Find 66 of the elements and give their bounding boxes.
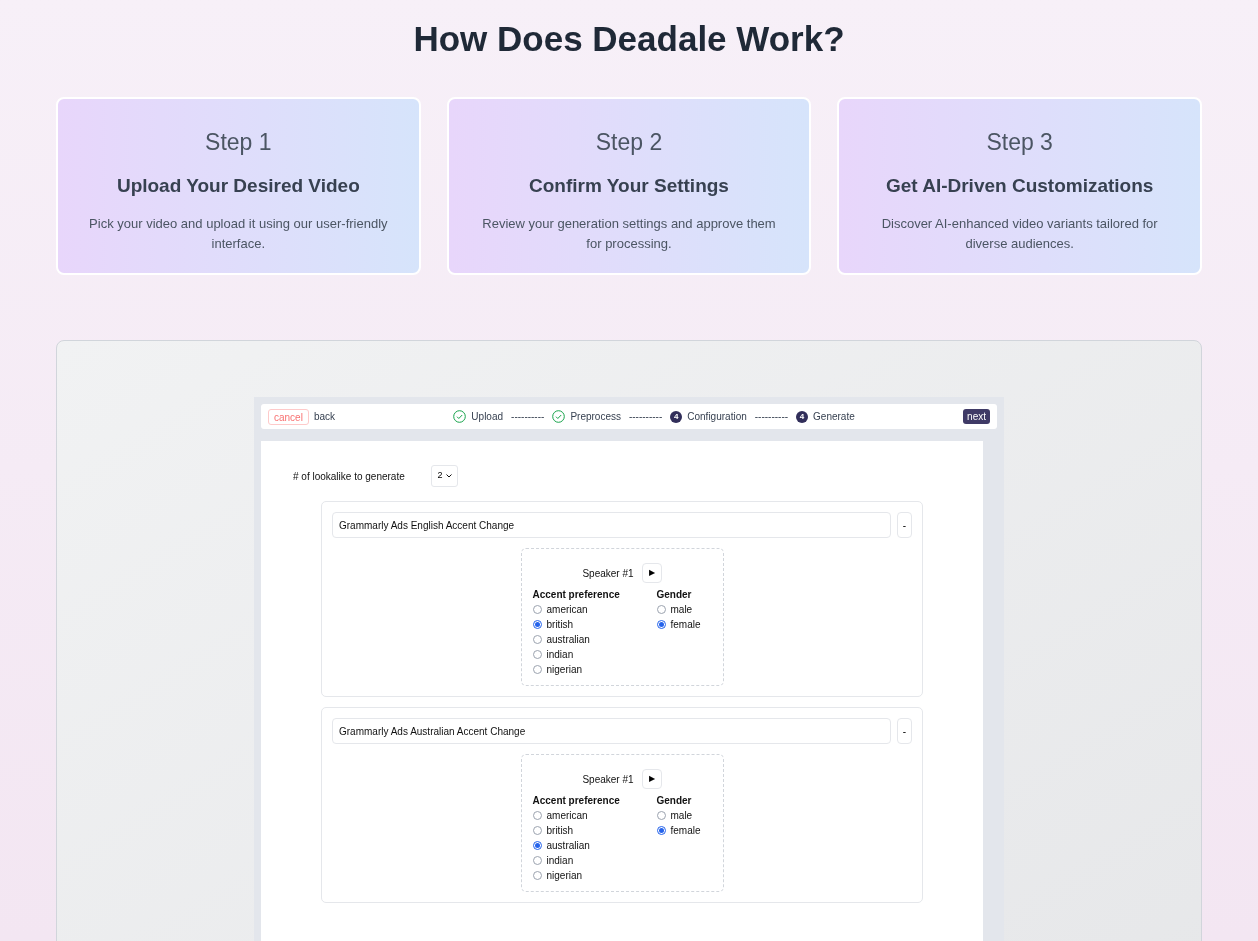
radio-button[interactable] [656,826,666,835]
step-description: Review your generation settings and approve them for processing. [481,215,777,253]
play-button[interactable]: ▶ [641,769,662,789]
radio-button[interactable] [532,856,542,865]
radio-label: british [546,618,574,632]
remove-button[interactable]: - [897,718,912,744]
step-number-badge: 4 [670,410,683,423]
radio-button[interactable] [532,811,542,820]
radio-label: indian [546,854,574,868]
remove-button[interactable]: - [897,512,912,538]
back-button[interactable]: back [313,409,336,424]
radio-label: american [546,809,588,823]
radio-label: nigerian [546,663,583,677]
radio-button[interactable] [532,841,542,850]
step-heading: Upload Your Desired Video [116,173,360,198]
variant-name-field[interactable]: Grammarly Ads Australian Accent Change [332,718,891,744]
radio-label: male [670,603,693,617]
variant-name-field[interactable]: Grammarly Ads English Accent Change [332,512,891,538]
radio-label: american [546,603,588,617]
step-heading: Get AI-Driven Customizations [885,173,1154,198]
gender-heading: Gender [656,588,693,602]
radio-label: australian [546,633,590,647]
radio-label: british [546,824,574,838]
progress-step: Preprocess [570,409,621,424]
radio-button[interactable] [532,871,542,880]
accent-heading: Accent preference [532,794,620,808]
radio-button[interactable] [532,635,542,644]
count-label: # of lookalike to generate [293,469,406,484]
step-number: Step 2 [595,128,663,157]
next-button[interactable]: next [963,409,990,424]
radio-label: female [670,824,701,838]
step-separator: ---------- [754,410,789,424]
accent-heading: Accent preference [532,588,620,602]
radio-button[interactable] [532,650,542,659]
radio-label: male [670,809,693,823]
step-separator: ---------- [511,410,545,424]
speaker-label: Speaker #1 [582,566,634,581]
radio-label: australian [546,839,590,853]
count-dropdown[interactable]: 2 [431,465,458,487]
step-description: Pick your video and upload it using our user-friendly interface. [88,215,389,253]
chevron-down-icon [445,474,452,478]
step-number: Step 3 [986,128,1053,157]
radio-label: female [670,618,701,632]
gender-heading: Gender [656,794,693,808]
step-number: Step 1 [205,128,272,157]
step-description: Discover AI-enhanced video variants tailored for diverse audiences. [880,215,1159,253]
radio-button[interactable] [532,665,542,674]
check-circle-icon [552,410,566,423]
speaker-label: Speaker #1 [582,772,634,787]
play-button[interactable]: ▶ [641,563,662,583]
radio-button[interactable] [656,620,666,629]
progress-step: Generate [813,409,855,424]
check-circle-icon [453,410,467,423]
radio-button[interactable] [532,605,542,614]
radio-button[interactable] [532,620,542,629]
progress-step: Configuration [687,409,747,424]
radio-label: nigerian [546,869,583,883]
radio-label: indian [546,648,574,662]
step-heading: Confirm Your Settings [529,173,729,198]
progress-step: Upload [471,409,504,424]
step-separator: ---------- [628,410,663,424]
radio-button[interactable] [656,811,666,820]
radio-button[interactable] [656,605,666,614]
step-number-badge: 4 [796,410,809,423]
radio-button[interactable] [532,826,542,835]
page-title: How Does Deadale Work? [412,18,846,60]
